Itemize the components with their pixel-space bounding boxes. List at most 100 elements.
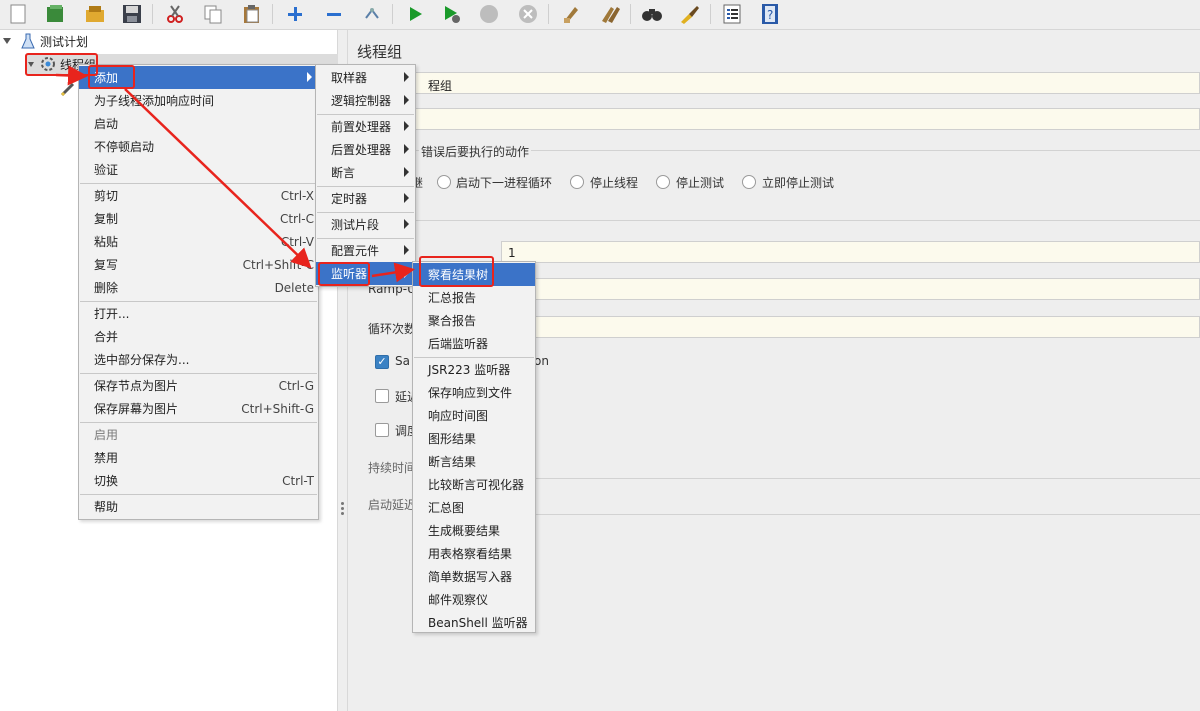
context-menu-item[interactable]: 选中部分保存为... <box>79 348 318 371</box>
loop-count-field[interactable] <box>501 316 1200 338</box>
delay-thread-checkbox[interactable] <box>375 389 389 403</box>
context-menu-item[interactable]: 复写 Ctrl+Shift-C <box>79 253 318 276</box>
copy-icon[interactable] <box>201 3 225 25</box>
listener-submenu-item[interactable]: 生成概要结果 <box>413 519 535 542</box>
listener-submenu-item[interactable]: BeanShell 监听器 <box>413 611 535 634</box>
clear-icon[interactable] <box>559 3 583 25</box>
chevron-right-icon <box>404 193 409 203</box>
listener-submenu-item[interactable]: 图形结果 <box>413 427 535 450</box>
start-no-pause-icon[interactable] <box>440 3 464 25</box>
add-submenu-item[interactable]: 取样器 <box>316 66 415 89</box>
listener-submenu-item[interactable]: 比较断言可视化器 <box>413 473 535 496</box>
radio-stop-test-label: 停止测试 <box>676 176 725 190</box>
listener-submenu-item[interactable]: 汇总图 <box>413 496 535 519</box>
context-menu-item[interactable]: 为子线程添加响应时间 <box>79 89 318 112</box>
collapse-arrow-icon[interactable] <box>3 38 11 44</box>
listener-submenu-item-label: 后端监听器 <box>428 337 489 351</box>
add-submenu-item[interactable]: 逻辑控制器 <box>316 89 415 112</box>
add-submenu-item[interactable]: 配置元件 <box>316 239 415 262</box>
context-menu-item[interactable]: 保存节点为图片 Ctrl-G <box>79 374 318 397</box>
context-menu-item[interactable]: 粘贴 Ctrl-V <box>79 230 318 253</box>
listener-submenu-item[interactable]: 简单数据写入器 <box>413 565 535 588</box>
context-menu-item[interactable]: 删除 Delete <box>79 276 318 299</box>
context-menu-item[interactable]: 合并 <box>79 325 318 348</box>
listener-submenu-item[interactable]: 汇总报告 <box>413 286 535 309</box>
toggle-icon[interactable] <box>360 3 384 25</box>
radio-stop-now-label: 立即停止测试 <box>762 176 835 190</box>
listener-submenu-item[interactable]: JSR223 监听器 <box>413 358 535 381</box>
cut-icon[interactable] <box>163 3 187 25</box>
context-menu-item-label: 复写 <box>94 258 119 272</box>
radio-stop-thread[interactable] <box>570 175 584 189</box>
expand-icon[interactable] <box>283 3 307 25</box>
context-menu-item[interactable]: 剪切 Ctrl-X <box>79 184 318 207</box>
listener-submenu-item[interactable]: 保存响应到文件 <box>413 381 535 404</box>
add-submenu-item[interactable]: 定时器 <box>316 187 415 210</box>
shutdown-icon[interactable] <box>516 3 540 25</box>
start-icon[interactable] <box>403 3 427 25</box>
add-submenu-item[interactable]: 断言 <box>316 161 415 184</box>
new-icon[interactable] <box>6 3 30 25</box>
function-helper-icon[interactable] <box>720 3 744 25</box>
radio-stop-test[interactable] <box>656 175 670 189</box>
templates-icon[interactable] <box>44 3 68 25</box>
listener-submenu-item[interactable]: 响应时间图 <box>413 404 535 427</box>
same-user-checkbox[interactable]: ✓ <box>375 355 389 369</box>
listener-submenu-item[interactable]: 邮件观察仪 <box>413 588 535 611</box>
listener-submenu-item[interactable]: 断言结果 <box>413 450 535 473</box>
collapse-icon[interactable] <box>322 3 346 25</box>
add-submenu-item[interactable]: 测试片段 <box>316 213 415 236</box>
search-icon[interactable] <box>640 3 664 25</box>
context-menu-item[interactable]: 禁用 <box>79 446 318 469</box>
chevron-right-icon <box>404 167 409 177</box>
context-menu-item[interactable]: 保存屏幕为图片 Ctrl+Shift-G <box>79 397 318 420</box>
context-menu-item[interactable]: 帮助 <box>79 495 318 518</box>
listener-submenu-item-label: 聚合报告 <box>428 314 477 328</box>
context-menu-item[interactable]: 切换 Ctrl-T <box>79 469 318 492</box>
context-menu-item[interactable]: 不停顿启动 <box>79 135 318 158</box>
listener-submenu-item[interactable]: 聚合报告 <box>413 309 535 332</box>
context-menu: 添加 为子线程添加响应时间 启动 不停顿启动 验证 剪切 Ctrl-X 复制 Ctrl-C 粘贴 C… <box>78 64 319 520</box>
clear-all-icon[interactable] <box>598 3 622 25</box>
listener-submenu-item[interactable]: 用表格察看结果 <box>413 542 535 565</box>
radio-stop-test-now[interactable] <box>742 175 756 189</box>
context-menu-item-label: 剪切 <box>94 189 119 203</box>
context-menu-item-label: 粘贴 <box>94 235 119 249</box>
radio-start-next-loop[interactable] <box>437 175 451 189</box>
context-menu-item[interactable]: 启用 <box>79 423 318 446</box>
threads-field[interactable]: 1 <box>501 241 1200 263</box>
annotation-box-view-results-tree <box>419 256 494 287</box>
comments-field[interactable] <box>357 108 1200 130</box>
shortcut-label: Ctrl-C <box>279 212 314 226</box>
name-field[interactable]: 程组 <box>357 72 1200 94</box>
chevron-right-icon <box>307 72 312 82</box>
rampup-field[interactable] <box>501 278 1200 300</box>
add-submenu-item-label: 测试片段 <box>331 218 380 232</box>
listener-submenu-item[interactable]: 后端监听器 <box>413 332 535 355</box>
context-menu-item[interactable]: 打开... <box>79 302 318 325</box>
scheduler-checkbox[interactable] <box>375 423 389 437</box>
chevron-right-icon <box>404 72 409 82</box>
stop-icon[interactable] <box>477 3 501 25</box>
help-icon[interactable]: ? <box>758 3 782 25</box>
radio-start-next-label: 启动下一进程循环 <box>456 176 553 190</box>
splitter-grip-icon[interactable] <box>341 502 344 516</box>
annotation-box-listener <box>318 262 370 286</box>
add-submenu-item[interactable]: 后置处理器 <box>316 138 415 161</box>
chevron-right-icon <box>404 245 409 255</box>
reset-search-icon[interactable] <box>678 3 702 25</box>
save-icon[interactable] <box>120 3 144 25</box>
context-menu-item[interactable]: 复制 Ctrl-C <box>79 207 318 230</box>
paste-icon[interactable] <box>240 3 264 25</box>
context-menu-item-label: 保存节点为图片 <box>94 379 179 393</box>
context-menu-item[interactable]: 启动 <box>79 112 318 135</box>
pencil-icon <box>60 81 76 97</box>
open-icon[interactable] <box>83 3 107 25</box>
context-menu-item-label: 为子线程添加响应时间 <box>94 94 215 108</box>
add-submenu: 取样器 逻辑控制器 前置处理器 后置处理器 断言 定时器 测试片段 配置元件 监听器 <box>315 64 416 287</box>
add-submenu-item[interactable]: 前置处理器 <box>316 115 415 138</box>
duration-label: 持续时间 <box>368 461 417 475</box>
radio-stop-thread-label: 停止线程 <box>590 176 639 190</box>
context-menu-item[interactable]: 验证 <box>79 158 318 181</box>
tree-node-test-plan[interactable]: 测试计划 <box>3 31 88 51</box>
